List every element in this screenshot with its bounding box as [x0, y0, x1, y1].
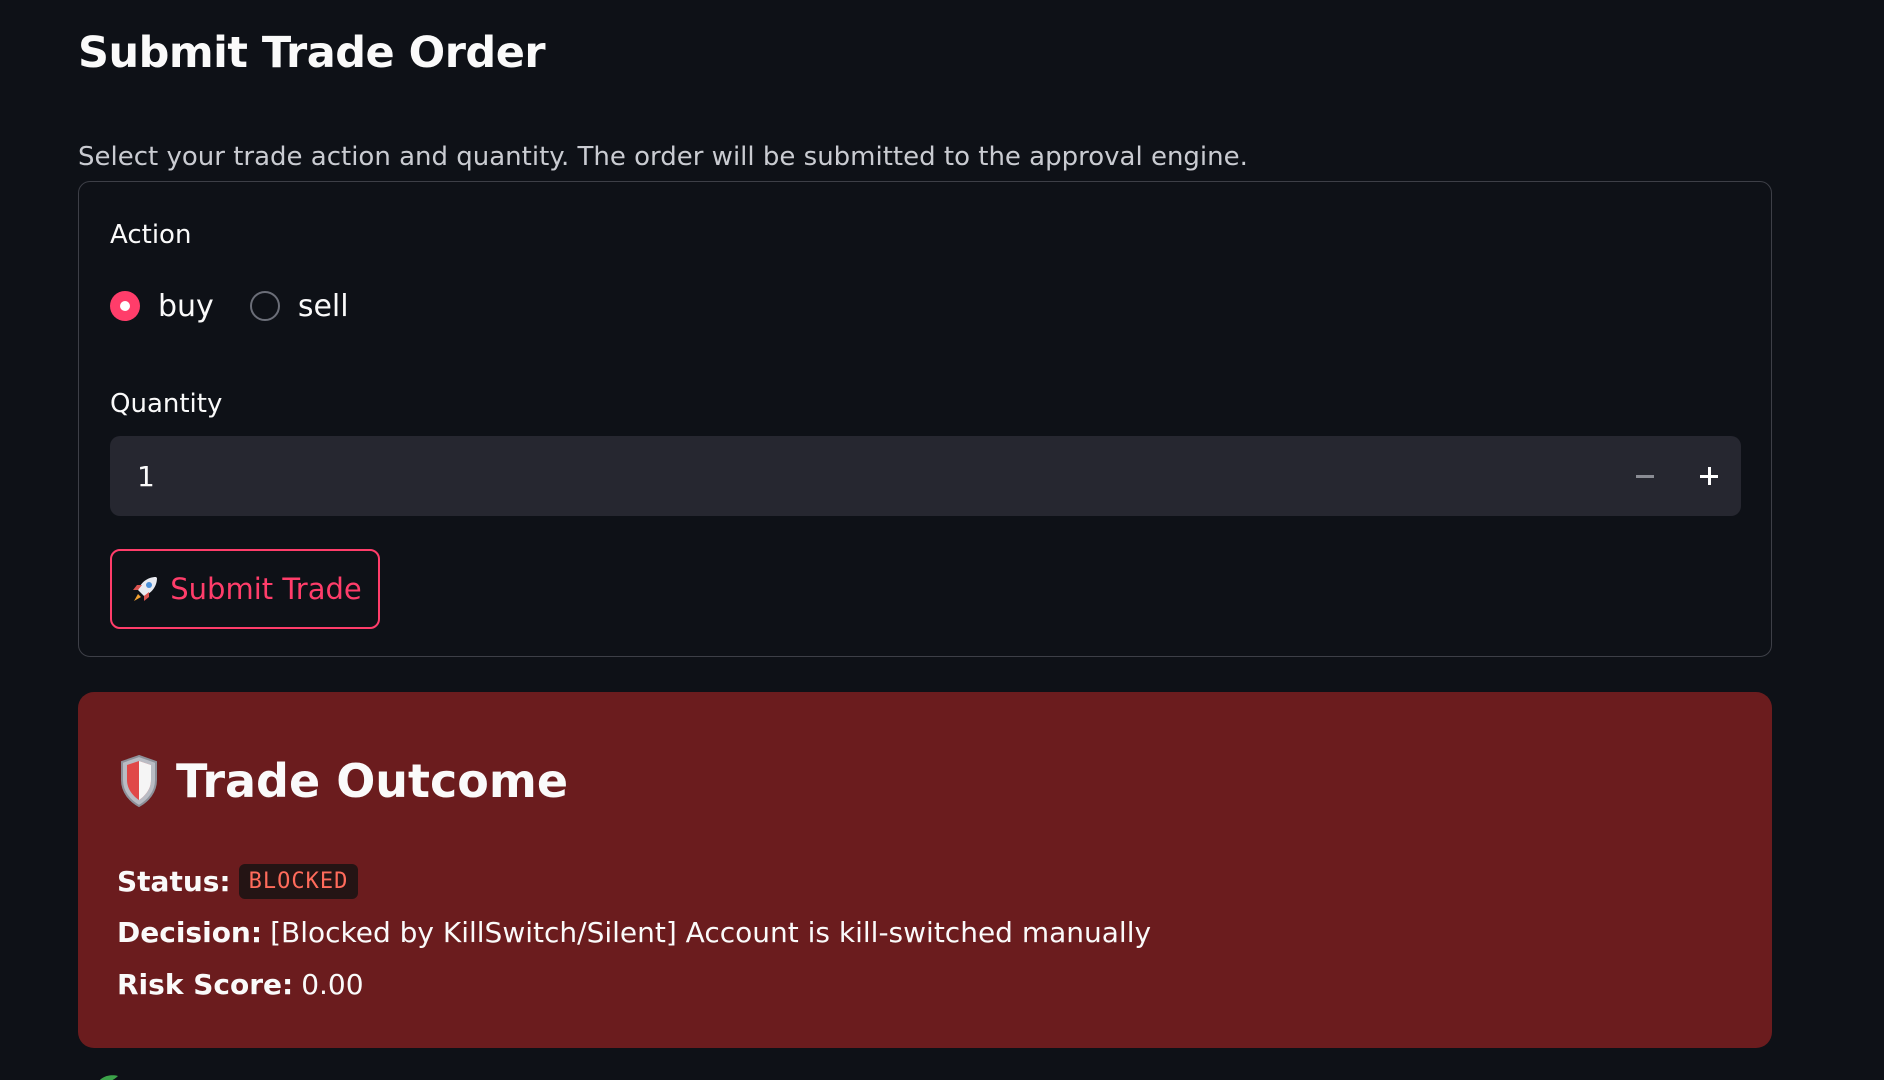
- trade-order-page: Submit Trade Order Select your trade act…: [0, 0, 1884, 1080]
- quantity-input[interactable]: 1: [110, 460, 1613, 493]
- radio-label-sell: sell: [297, 288, 349, 324]
- action-radio-group: buy sell: [110, 288, 385, 324]
- risk-label: Risk Score:: [117, 968, 294, 1001]
- increment-button[interactable]: [1677, 436, 1741, 516]
- outcome-header: Trade Outcome: [118, 754, 568, 808]
- page-subtitle: Select your trade action and quantity. T…: [78, 142, 1248, 172]
- trade-outcome-panel: Trade Outcome Status: BLOCKED Decision: …: [78, 692, 1772, 1048]
- quantity-label: Quantity: [110, 389, 223, 419]
- decision-value: [Blocked by KillSwitch/Silent] Account i…: [270, 916, 1152, 949]
- outcome-title: Trade Outcome: [176, 754, 569, 808]
- radio-unselected-icon[interactable]: [249, 291, 280, 321]
- submit-trade-label: Submit Trade: [170, 572, 362, 606]
- radio-option-buy[interactable]: buy: [110, 289, 214, 324]
- leaf-icon: [99, 1075, 118, 1080]
- risk-line: Risk Score: 0.00: [117, 968, 364, 1001]
- minus-icon: [1636, 474, 1654, 478]
- status-label: Status:: [117, 865, 231, 898]
- action-label: Action: [110, 220, 192, 250]
- trade-form: Action buy sell Quantity 1 Submit Trade: [78, 181, 1772, 657]
- decrement-button[interactable]: [1613, 436, 1677, 516]
- shield-icon: [121, 754, 157, 808]
- rocket-icon: [133, 577, 158, 601]
- status-badge: BLOCKED: [238, 864, 359, 899]
- radio-option-sell[interactable]: sell: [249, 288, 349, 324]
- decision-label: Decision:: [117, 916, 263, 949]
- page-title: Submit Trade Order: [78, 28, 546, 78]
- quantity-stepper: 1: [110, 436, 1741, 516]
- status-line: Status: BLOCKED: [117, 864, 359, 899]
- submit-trade-button[interactable]: Submit Trade: [110, 549, 380, 629]
- radio-selected-icon[interactable]: [110, 291, 140, 321]
- decision-line: Decision: [Blocked by KillSwitch/Silent]…: [117, 916, 1151, 949]
- plus-icon: [1700, 467, 1718, 485]
- risk-value: 0.00: [301, 968, 364, 1001]
- radio-label-buy: buy: [158, 288, 214, 324]
